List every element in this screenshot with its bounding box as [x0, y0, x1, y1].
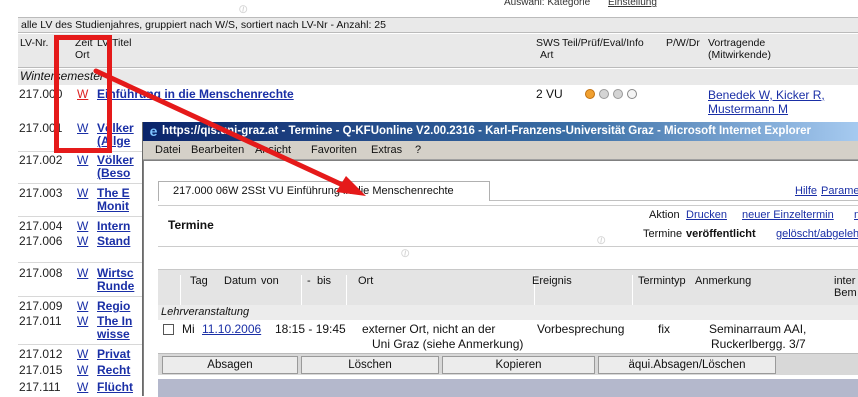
- arrow-shaft: [93, 68, 350, 190]
- arrow-head: [336, 176, 366, 196]
- annotation-arrow: [93, 68, 366, 196]
